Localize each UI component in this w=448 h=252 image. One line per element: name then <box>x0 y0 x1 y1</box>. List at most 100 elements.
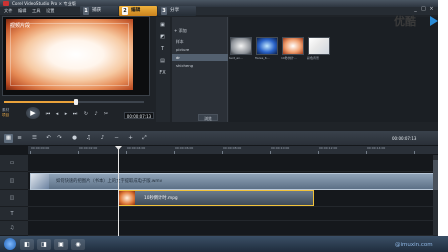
ruler-label: 00:00:12:00 <box>319 146 338 150</box>
overlay-track-icon: ◫ <box>9 178 15 184</box>
ruler-tick <box>222 151 223 154</box>
track-lane[interactable] <box>28 155 438 172</box>
ruler-tick <box>30 151 31 154</box>
watermark-text: @imuxin.com <box>395 242 433 248</box>
title-track-icon: T <box>10 211 14 217</box>
thumbnail-label: flares_6... <box>255 56 270 60</box>
undo-icon[interactable]: ↶ <box>44 134 53 143</box>
home-icon[interactable]: ⏮ <box>44 110 52 118</box>
timeline-toolbar <box>0 131 438 145</box>
taskbar-app-button[interactable]: ◨ <box>37 239 51 250</box>
ruler-label: 00:00:06:00 <box>175 146 194 150</box>
play-button[interactable]: ▶ <box>26 107 40 119</box>
menu-bar <box>0 7 438 15</box>
thumbnail-label: text_en... <box>229 56 244 60</box>
tab-edit[interactable]: 2 编辑 <box>119 6 157 16</box>
tab-edit-label: 编辑 <box>131 8 141 13</box>
storyboard-view-icon[interactable]: ▦ <box>4 134 13 143</box>
library-thumbnail[interactable] <box>256 37 278 55</box>
video-track-icon: ▭ <box>9 160 15 166</box>
track-manager-icon[interactable]: ☰ <box>30 134 39 143</box>
tab-share-number: 3 <box>161 7 167 15</box>
ruler-tick <box>174 151 175 154</box>
folder-item[interactable]: picture <box>172 46 228 53</box>
library-thumbnail[interactable] <box>230 37 252 55</box>
ruler-tick <box>78 151 79 154</box>
filter-icon[interactable]: FX <box>158 69 167 77</box>
player-timecode[interactable]: 00:00:07:13 <box>124 112 154 119</box>
tab-edit-number: 2 <box>122 7 128 15</box>
clip-label: 10秒倒计时.mpg <box>144 196 178 201</box>
library-thumbnail[interactable] <box>308 37 330 55</box>
clip-thumbnail <box>31 174 49 189</box>
volume-icon[interactable]: ♪ <box>92 110 100 118</box>
taskbar-app-button[interactable]: ◉ <box>71 239 85 250</box>
app-logo-icon <box>3 1 9 6</box>
ruler-tick <box>270 151 271 154</box>
split-icon[interactable]: ✂ <box>102 110 110 118</box>
library-grid <box>229 17 438 122</box>
folder-item[interactable]: 样本 <box>172 38 228 45</box>
ruler-tick <box>414 151 415 154</box>
track-lane[interactable] <box>28 207 438 221</box>
tab-share[interactable]: 3 分享 <box>158 6 196 16</box>
graphic-icon[interactable]: ▤ <box>158 57 167 65</box>
ruler-label: 00:00:04:00 <box>127 146 146 150</box>
app-title: Corel VideoStudio Pro × 专业版 <box>12 1 76 6</box>
ruler-label: 00:00:02:00 <box>79 146 98 150</box>
taskbar-app-button[interactable]: ▣ <box>54 239 68 250</box>
auto-music-icon[interactable]: ♪ <box>98 134 107 143</box>
track-lane[interactable] <box>28 221 438 236</box>
ruler-tick <box>318 151 319 154</box>
transition-icon[interactable]: ◩ <box>158 33 167 41</box>
title-icon[interactable]: T <box>158 45 167 53</box>
media-icon[interactable]: ▣ <box>158 21 167 29</box>
folder-item[interactable]: shicheng <box>172 62 228 69</box>
ruler-label: 00:00:14:00 <box>367 146 386 150</box>
outer-margin <box>438 0 448 236</box>
record-icon[interactable]: ● <box>70 134 79 143</box>
mode-project-label[interactable]: 项目 <box>2 113 9 118</box>
mixer-icon[interactable]: ♫ <box>84 134 93 143</box>
timeline-view-icon[interactable]: ≡ <box>15 134 24 143</box>
tab-capture-label: 捕获 <box>92 8 102 13</box>
fit-project-icon[interactable]: ⤢ <box>140 134 149 143</box>
ruler-tick <box>126 151 127 154</box>
redo-icon[interactable]: ↷ <box>55 134 64 143</box>
app-window: Corel VideoStudio Pro × 专业版 文件 编辑 工具 设置 … <box>0 0 438 236</box>
play-logo-icon <box>430 16 438 26</box>
clip-thumbnail <box>119 191 135 205</box>
ruler-label: 00:00:00:00 <box>31 146 50 150</box>
prev-frame-icon[interactable]: ◂ <box>53 110 61 118</box>
logo-text: 优酷 <box>394 14 416 28</box>
browse-button[interactable]: 浏览 <box>198 114 218 121</box>
repeat-icon[interactable]: ↻ <box>82 110 90 118</box>
preview-overlay-text: 视频片段 <box>10 23 31 29</box>
site-logo-graphic: 优酷 <box>394 14 438 28</box>
playhead[interactable] <box>118 146 119 236</box>
add-folder-button[interactable]: + 添加 <box>174 28 187 34</box>
end-icon[interactable]: ⏭ <box>71 110 79 118</box>
preview-screen <box>6 19 133 90</box>
tab-share-label: 分享 <box>170 8 180 13</box>
zoom-in-icon[interactable]: + <box>126 134 135 143</box>
music-track-icon: ♫ <box>9 225 15 231</box>
folder-item-active[interactable]: dr <box>172 54 228 61</box>
menu-edit[interactable]: 编辑 <box>18 7 26 15</box>
next-frame-icon[interactable]: ▸ <box>62 110 70 118</box>
zoom-out-icon[interactable]: − <box>112 134 121 143</box>
menu-file[interactable]: 文件 <box>4 7 12 15</box>
clip-label: 如何快速的把图片（书本）上的文字提取成电子版.wmv <box>56 179 163 184</box>
tab-capture[interactable]: 1 捕获 <box>80 6 118 16</box>
ruler-label: 00:00:10:00 <box>271 146 290 150</box>
site-logo: 优酷 <box>392 12 440 30</box>
library-thumbnail[interactable] <box>282 37 304 55</box>
start-button[interactable] <box>4 238 16 250</box>
scrub-handle[interactable] <box>74 99 78 105</box>
ruler-tick <box>366 151 367 154</box>
scrub-progress <box>4 101 76 103</box>
taskbar-app-button[interactable]: ◧ <box>20 239 34 250</box>
menu-tools[interactable]: 工具 <box>32 7 40 15</box>
menu-settings[interactable]: 设置 <box>46 7 54 15</box>
overlay-track-icon: ◫ <box>9 195 15 201</box>
